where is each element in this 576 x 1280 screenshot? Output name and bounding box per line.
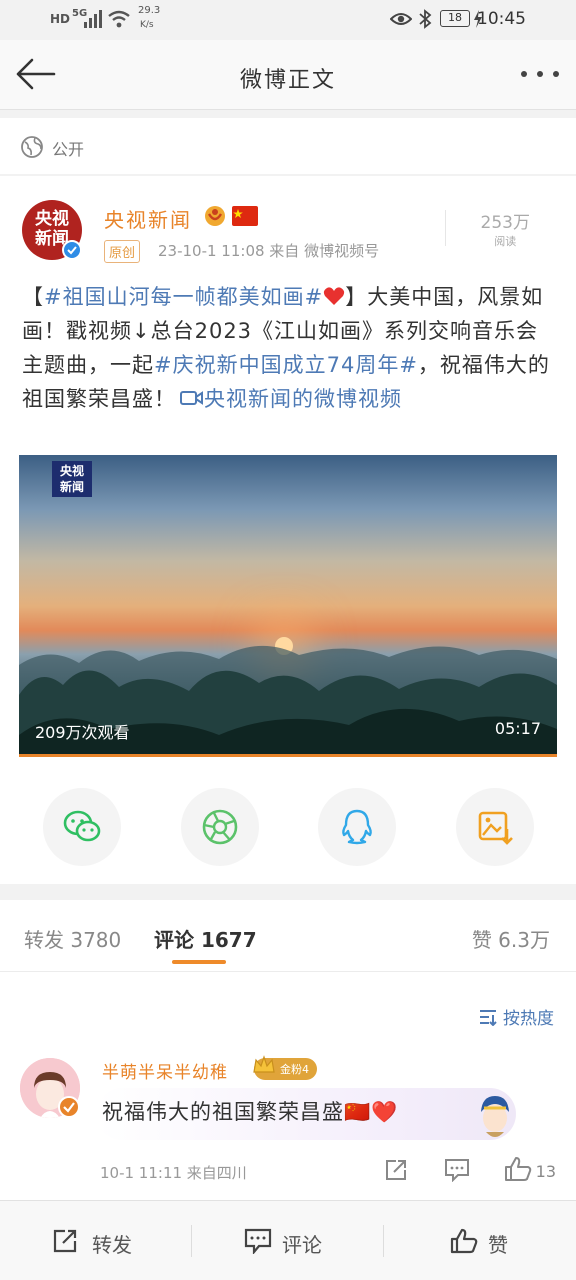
video-player[interactable]: 央视 新闻 209万次观看 05:17 [19,455,557,757]
post-meta: 23-10-1 11:08 来自 微博视频号 [158,242,380,260]
visibility-row: 公开 [0,118,576,174]
signal-icon [84,10,102,28]
heart-icon [324,287,345,305]
channel-logo-line2: 新闻 [59,480,84,494]
video-source-link[interactable]: 央视新闻的微博视频 [204,387,402,411]
wechat-icon [63,810,101,842]
sticker-girl-icon [481,1096,509,1137]
share-qq-button[interactable] [318,788,396,866]
like-button[interactable]: 赞 [384,1201,576,1280]
comment-label: 评论 [282,1233,322,1257]
author-name[interactable]: 央视新闻 [104,204,192,233]
gov-media-badge-icon [205,206,225,226]
commenter-name[interactable]: 半萌半呆半幼稚 [102,1058,228,1083]
bluetooth-icon [419,9,432,29]
sort-button[interactable]: 按热度 [478,1004,554,1029]
comment-meta: 10-1 11:11 来自四川 [100,1164,247,1182]
repost-icon [53,1229,77,1253]
comment-button[interactable]: 评论 [192,1201,384,1280]
share-moments-button[interactable] [181,788,259,866]
status-bar: HD 5G 29.3 K/s 18 10:45 [0,0,576,40]
hashtag-link[interactable]: #庆祝新中国成立74周年# [154,353,418,377]
comment-like-count: 13 [535,1162,556,1181]
video-duration: 05:17 [494,719,541,738]
net-speed-unit: K/s [140,20,154,30]
tab-repost[interactable]: 转发 3780 [24,924,121,953]
save-image-icon [478,811,513,845]
avatar-text-line1: 央视 [35,209,69,229]
like-icon[interactable] [504,1156,532,1182]
crown-icon [253,1055,275,1073]
like-label: 赞 [488,1233,508,1257]
read-count-label: 阅读 [494,235,517,248]
post-body: 【#祖国山河每一帧都美如画# 】大美中国，风景如画！戳视频↓总台2023《江山如画… [22,280,558,416]
comment-icon [244,1228,272,1254]
divider [445,210,446,246]
verified-badge-icon [58,1096,80,1118]
channel-logo: 央视 新闻 [52,461,92,497]
sort-label: 按热度 [503,1009,554,1029]
post-card: 央视 新闻 央视新闻 原创 23-10-1 11:08 来自 微博视频号 253… [0,176,576,884]
body-bracket: 【 [22,285,44,309]
bottom-action-bar: 转发 评论 赞 [0,1200,576,1280]
repost-icon[interactable] [384,1158,408,1182]
moments-icon [202,809,238,845]
eye-icon [390,13,412,25]
battery-icon: 18 [440,10,470,27]
battery-level: 18 [448,11,462,24]
video-progress-bar [19,754,557,757]
read-count: 253万 阅读 [481,208,530,249]
repost-label: 转发 [92,1233,132,1257]
original-tag: 原创 [104,240,141,263]
hd-indicator: HD [50,12,71,26]
post-tabs: 转发 3780 评论 1677 赞 6.3万 [0,900,576,972]
wifi-icon [108,10,130,28]
page-title: 微博正文 [239,68,336,93]
repost-button[interactable]: 转发 [0,1201,192,1280]
nav-bar: 微博正文 [0,40,576,110]
visibility-label: 公开 [52,140,85,159]
qq-icon [342,809,372,845]
share-wechat-button[interactable] [43,788,121,866]
net-speed-value: 29.3 [138,5,161,16]
sort-icon [479,1010,497,1027]
comment-text: 祝福伟大的祖国繁荣昌盛🇨🇳❤️ [102,1100,399,1124]
globe-icon [21,136,43,158]
video-camera-icon [180,391,203,405]
hashtag-link[interactable]: #祖国山河每一帧都美如画# [44,285,323,309]
verified-badge-icon [62,240,82,260]
active-tab-indicator [172,960,226,964]
tab-likes[interactable]: 赞 6.3万 [472,924,550,953]
video-view-count: 209万次观看 [35,723,130,742]
china-flag-icon [232,206,258,226]
like-icon [450,1228,478,1254]
comment-icon[interactable] [444,1158,470,1182]
more-menu-icon[interactable] [520,70,560,78]
tab-comments[interactable]: 评论 1677 [154,924,257,953]
save-image-button[interactable] [456,788,534,866]
clock: 10:45 [477,9,526,29]
channel-logo-line1: 央视 [59,464,84,478]
read-count-value: 253万 [480,213,530,233]
comment-list: 按热度 半萌半呆半幼稚 金粉4 祝福伟大的祖国繁荣昌盛🇨🇳❤️ 10-1 11:… [0,972,576,1200]
